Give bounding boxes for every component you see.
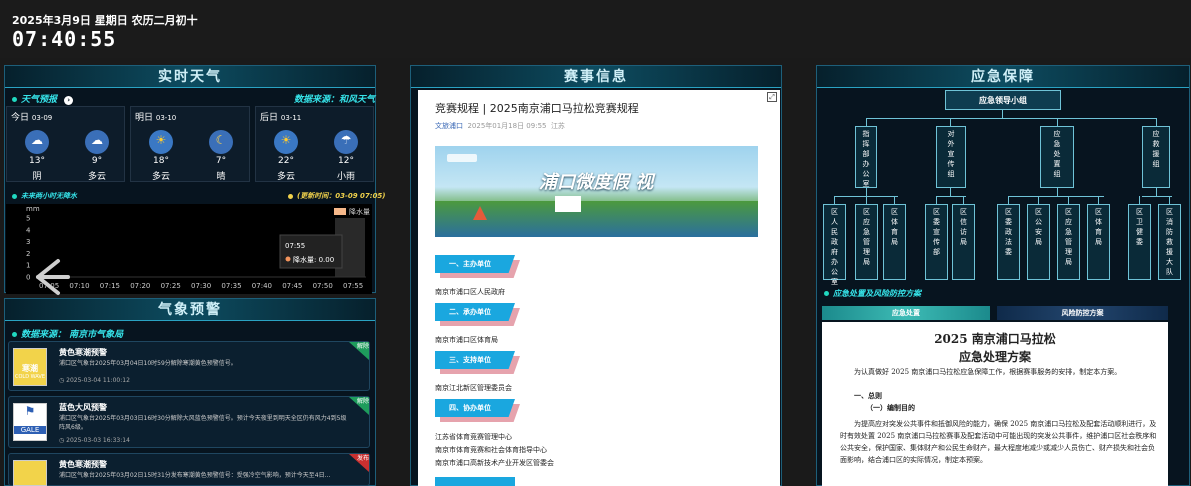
light-rain-icon: ☂: [334, 130, 358, 154]
warning-source: 数据来源： 南京市气象局: [12, 327, 123, 340]
legend-label: 降水量: [349, 207, 370, 216]
section-undertaker: 二、承办单位: [435, 303, 515, 321]
org-root: 应急领导小组: [945, 90, 1061, 110]
x-tick-label: 07:25: [161, 282, 181, 290]
org-unit: 区体育局: [1087, 204, 1110, 280]
org-group: 指挥部办公室: [855, 126, 877, 188]
section-supporter: 三、支持单位: [435, 351, 515, 369]
warning-panel-title: 气象预警: [5, 299, 375, 321]
doc-title: 竞赛规程 | 2025南京浦口马拉松竞赛规程: [435, 102, 639, 115]
y-tick-label: 5: [26, 215, 30, 223]
forecast-day-card: 今日 03-09 ☁ ☁ 13° 9° 阴 多云: [6, 106, 125, 182]
x-tick-label: 07:30: [191, 282, 211, 290]
status-badge: 发布: [349, 454, 369, 472]
y-tick-label: 3: [26, 238, 30, 246]
y-axis-unit: mm: [26, 205, 40, 213]
event-document: 竞赛规程 | 2025南京浦口马拉松竞赛规程 ⤢ 文旅浦口 2025年01月18…: [418, 90, 780, 486]
warning-item[interactable]: 黄色寒潮预警 浦口区气象台2025年03月02日15时31分发布寒潮黄色预警信号…: [8, 453, 370, 486]
org-group: 应急处置组: [1040, 126, 1074, 188]
gale-warning-icon: ⚑ GALE: [13, 403, 47, 441]
forecast-day-card: 明日 03-10 ☀ ☾ 18° 7° 多云 晴: [130, 106, 250, 182]
org-unit: 区体育局: [883, 204, 906, 280]
forecast-day-card: 后日 03-11 ☀ ☂ 22° 12° 多云 小雨: [255, 106, 374, 182]
tooltip-time: 07:55: [285, 242, 305, 250]
plan-label: 应急处置及风险防控方案: [824, 288, 921, 299]
org-unit: 区公安局: [1027, 204, 1050, 280]
warning-item[interactable]: 寒潮 COLD WAVE 黄色寒潮预警 浦口区气象台2025年03月04日10时…: [8, 341, 370, 391]
org-unit: 区消防救援大队: [1158, 204, 1181, 280]
expand-icon[interactable]: ⤢: [767, 92, 777, 102]
org-unit: 区委政法委: [997, 204, 1020, 280]
event-banner-image: 浦口微度假 视: [435, 146, 758, 237]
cold-wave-warning-icon: [13, 460, 47, 486]
x-tick-label: 07:15: [100, 282, 120, 290]
x-tick-label: 07:50: [313, 282, 333, 290]
y-tick-label: 4: [26, 226, 31, 234]
org-group: 应救援组: [1142, 126, 1170, 188]
weather-panel-title: 实时天气: [5, 66, 375, 88]
org-unit: 区卫健委: [1128, 204, 1151, 280]
rain-forecast-label: 未来两小时无降水: [12, 191, 77, 201]
current-time: 07:40:55: [12, 27, 117, 51]
update-time: (更新时间：03-09 07:05): [288, 191, 386, 201]
forecast-label: 天气预报 ›: [12, 92, 74, 105]
org-unit: 区委宣传部: [925, 204, 948, 280]
org-unit: 区应急管理局: [855, 204, 878, 280]
cold-wave-warning-icon: 寒潮 COLD WAVE: [13, 348, 47, 386]
event-panel-title: 赛事信息: [411, 66, 781, 88]
status-badge: 解除: [349, 397, 369, 415]
forecast-more-icon[interactable]: ›: [64, 96, 74, 105]
current-date: 2025年3月9日 星期日 农历二月初十: [12, 14, 198, 27]
partly-cloudy-icon: ☀: [274, 130, 298, 154]
emergency-panel-title: 应急保障: [817, 66, 1189, 88]
status-badge: 解除: [349, 342, 369, 360]
tab-risk-control[interactable]: 风险防控方案: [997, 306, 1168, 320]
top-bar: 2025年3月9日 星期日 农历二月初十 07:40:55: [0, 0, 1191, 58]
org-unit: 区信访局: [952, 204, 975, 280]
back-arrow-icon[interactable]: [28, 255, 72, 299]
x-tick-label: 07:45: [282, 282, 302, 290]
org-unit: 区人民政府办公室: [823, 204, 846, 286]
cloudy-night-icon: ☁: [85, 130, 109, 154]
tab-emergency-response[interactable]: 应急处置: [822, 306, 990, 320]
org-unit: 区应急管理局: [1057, 204, 1080, 280]
moon-icon: ☾: [209, 130, 233, 154]
weather-source: 数据来源：和风天气: [294, 95, 376, 105]
legend-swatch: [334, 208, 346, 215]
org-group: 对外宣传组: [936, 126, 966, 188]
overcast-icon: ☁: [25, 130, 49, 154]
section-coorganizer: 四、协办单位: [435, 399, 515, 417]
emergency-plan-document: 2025 南京浦口马拉松 应急处理方案 为认真做好 2025 南京浦口马拉松应急…: [822, 322, 1168, 486]
section-organizer: 一、主办单位: [435, 255, 515, 273]
warning-item[interactable]: ⚑ GALE 蓝色大风预警 浦口区气象台2025年03月03日16时30分解除大…: [8, 396, 370, 448]
tooltip-value: 降水量: 0.00: [293, 255, 334, 264]
x-tick-label: 07:20: [130, 282, 150, 290]
x-tick-label: 07:35: [221, 282, 241, 290]
doc-meta: 文旅浦口 2025年01月18日 09:55 江苏: [435, 122, 565, 130]
partly-cloudy-icon: ☀: [149, 130, 173, 154]
x-tick-label: 07:55: [343, 282, 363, 290]
x-tick-label: 07:40: [252, 282, 272, 290]
x-tick-label: 07:10: [69, 282, 89, 290]
tooltip: 07:55 降水量: 0.00: [279, 234, 343, 269]
